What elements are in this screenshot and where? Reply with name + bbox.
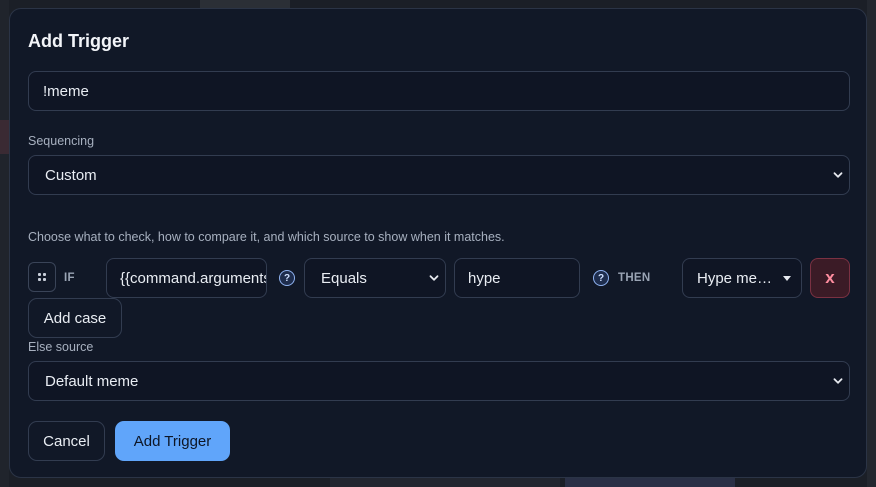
- match-value: hype: [468, 269, 501, 287]
- background-app-top: [200, 0, 290, 8]
- operator-select[interactable]: Equals: [304, 258, 446, 298]
- source-select[interactable]: Hype me…: [682, 258, 802, 298]
- caret-down-icon: [783, 276, 791, 281]
- add-case-button[interactable]: Add case: [28, 298, 122, 338]
- else-source-label: Else source: [28, 340, 94, 354]
- drag-handle-icon: [38, 273, 48, 283]
- background-app-bottom: [330, 478, 560, 487]
- background-app-bottom-accent: [565, 478, 735, 487]
- else-source-select[interactable]: Default meme: [28, 361, 850, 401]
- modal-title: Add Trigger: [28, 31, 130, 51]
- source-selected: Hype me…: [697, 269, 773, 287]
- else-source-selected: Default meme: [45, 372, 139, 390]
- sequencing-select[interactable]: Custom: [28, 155, 850, 195]
- trigger-name-value: !meme: [43, 82, 89, 100]
- help-circle-icon[interactable]: ?: [593, 270, 609, 286]
- sequencing-label: Sequencing: [28, 134, 95, 148]
- cancel-button[interactable]: Cancel: [28, 421, 105, 461]
- remove-case-button[interactable]: x: [810, 258, 850, 298]
- then-keyword: THEN: [618, 272, 651, 284]
- chevron-down-icon: [429, 273, 439, 283]
- match-value-input[interactable]: hype: [454, 258, 580, 298]
- conditions-help-text: Choose what to check, how to compare it,…: [28, 230, 505, 244]
- chevron-down-icon: [833, 376, 843, 386]
- chevron-down-icon: [833, 170, 843, 180]
- if-keyword: IF: [64, 272, 75, 284]
- background-app-right: [867, 0, 876, 487]
- add-trigger-modal: Add Trigger !meme Sequencing Custom Choo…: [9, 8, 867, 478]
- condition-check-input[interactable]: {{command.arguments}}: [106, 258, 267, 298]
- drag-handle-button[interactable]: [28, 262, 56, 292]
- operator-selected: Equals: [321, 269, 367, 287]
- condition-check-value: {{command.arguments}}: [120, 269, 267, 287]
- sequencing-selected: Custom: [45, 166, 97, 184]
- add-trigger-button[interactable]: Add Trigger: [115, 421, 230, 461]
- background-app-tab: [0, 120, 9, 154]
- help-circle-icon[interactable]: ?: [279, 270, 295, 286]
- trigger-name-input[interactable]: !meme: [28, 71, 850, 111]
- background-app-left: [0, 0, 9, 487]
